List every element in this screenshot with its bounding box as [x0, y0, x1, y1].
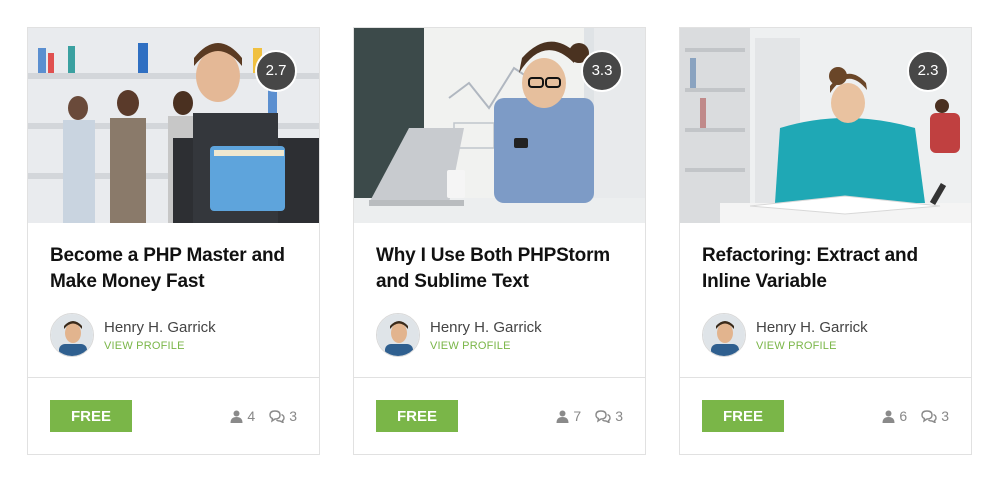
author: Henry H. Garrick VIEW PROFILE	[702, 313, 949, 357]
course-stats: 4 3	[230, 408, 297, 424]
rating-badge: 2.7	[255, 50, 297, 92]
course-thumbnail[interactable]: 3.3	[354, 28, 645, 223]
comments-icon	[921, 409, 937, 423]
course-thumbnail[interactable]: 2.3	[680, 28, 971, 223]
course-title[interactable]: Refactoring: Extract and Inline Variable	[702, 243, 949, 299]
author-info: Henry H. Garrick VIEW PROFILE	[430, 319, 542, 352]
students-count: 6	[882, 408, 907, 424]
comments-icon	[269, 409, 285, 423]
card-footer: FREE 7 3	[354, 377, 645, 454]
author-info: Henry H. Garrick VIEW PROFILE	[756, 319, 868, 352]
course-card[interactable]: 2.3 Refactoring: Extract and Inline Vari…	[679, 27, 972, 455]
course-title[interactable]: Become a PHP Master and Make Money Fast	[50, 243, 297, 299]
author: Henry H. Garrick VIEW PROFILE	[376, 313, 623, 357]
course-title[interactable]: Why I Use Both PHPStorm and Sublime Text	[376, 243, 623, 299]
view-profile-link[interactable]: VIEW PROFILE	[430, 340, 542, 352]
avatar-icon	[703, 314, 745, 356]
students-value: 7	[573, 408, 582, 424]
comments-value: 3	[289, 408, 297, 424]
user-icon	[230, 410, 243, 423]
card-body: Become a PHP Master and Make Money Fast …	[28, 223, 319, 377]
author: Henry H. Garrick VIEW PROFILE	[50, 313, 297, 357]
course-card[interactable]: 3.3 Why I Use Both PHPStorm and Sublime …	[353, 27, 646, 455]
comments-count: 3	[921, 408, 949, 424]
card-footer: FREE 4 3	[28, 377, 319, 454]
comments-count: 3	[595, 408, 623, 424]
author-name[interactable]: Henry H. Garrick	[430, 319, 542, 337]
course-thumbnail[interactable]: 2.7	[28, 28, 319, 223]
avatar[interactable]	[376, 313, 420, 357]
rating-badge: 3.3	[581, 50, 623, 92]
card-footer: FREE 6 3	[680, 377, 971, 454]
avatar-icon	[377, 314, 419, 356]
rating-badge: 2.3	[907, 50, 949, 92]
course-stats: 6 3	[882, 408, 949, 424]
author-name[interactable]: Henry H. Garrick	[756, 319, 868, 337]
view-profile-link[interactable]: VIEW PROFILE	[104, 340, 216, 352]
author-name[interactable]: Henry H. Garrick	[104, 319, 216, 337]
price-button[interactable]: FREE	[376, 400, 458, 432]
course-grid: 2.7 Become a PHP Master and Make Money F…	[0, 0, 1000, 483]
comments-value: 3	[941, 408, 949, 424]
course-stats: 7 3	[556, 408, 623, 424]
comments-count: 3	[269, 408, 297, 424]
price-button[interactable]: FREE	[50, 400, 132, 432]
card-body: Refactoring: Extract and Inline Variable…	[680, 223, 971, 377]
students-value: 6	[899, 408, 908, 424]
comments-icon	[595, 409, 611, 423]
avatar[interactable]	[50, 313, 94, 357]
card-body: Why I Use Both PHPStorm and Sublime Text…	[354, 223, 645, 377]
students-value: 4	[247, 408, 256, 424]
view-profile-link[interactable]: VIEW PROFILE	[756, 340, 868, 352]
students-count: 7	[556, 408, 581, 424]
students-count: 4	[230, 408, 255, 424]
price-button[interactable]: FREE	[702, 400, 784, 432]
avatar-icon	[51, 314, 93, 356]
user-icon	[556, 410, 569, 423]
avatar[interactable]	[702, 313, 746, 357]
course-card[interactable]: 2.7 Become a PHP Master and Make Money F…	[27, 27, 320, 455]
user-icon	[882, 410, 895, 423]
author-info: Henry H. Garrick VIEW PROFILE	[104, 319, 216, 352]
comments-value: 3	[615, 408, 623, 424]
